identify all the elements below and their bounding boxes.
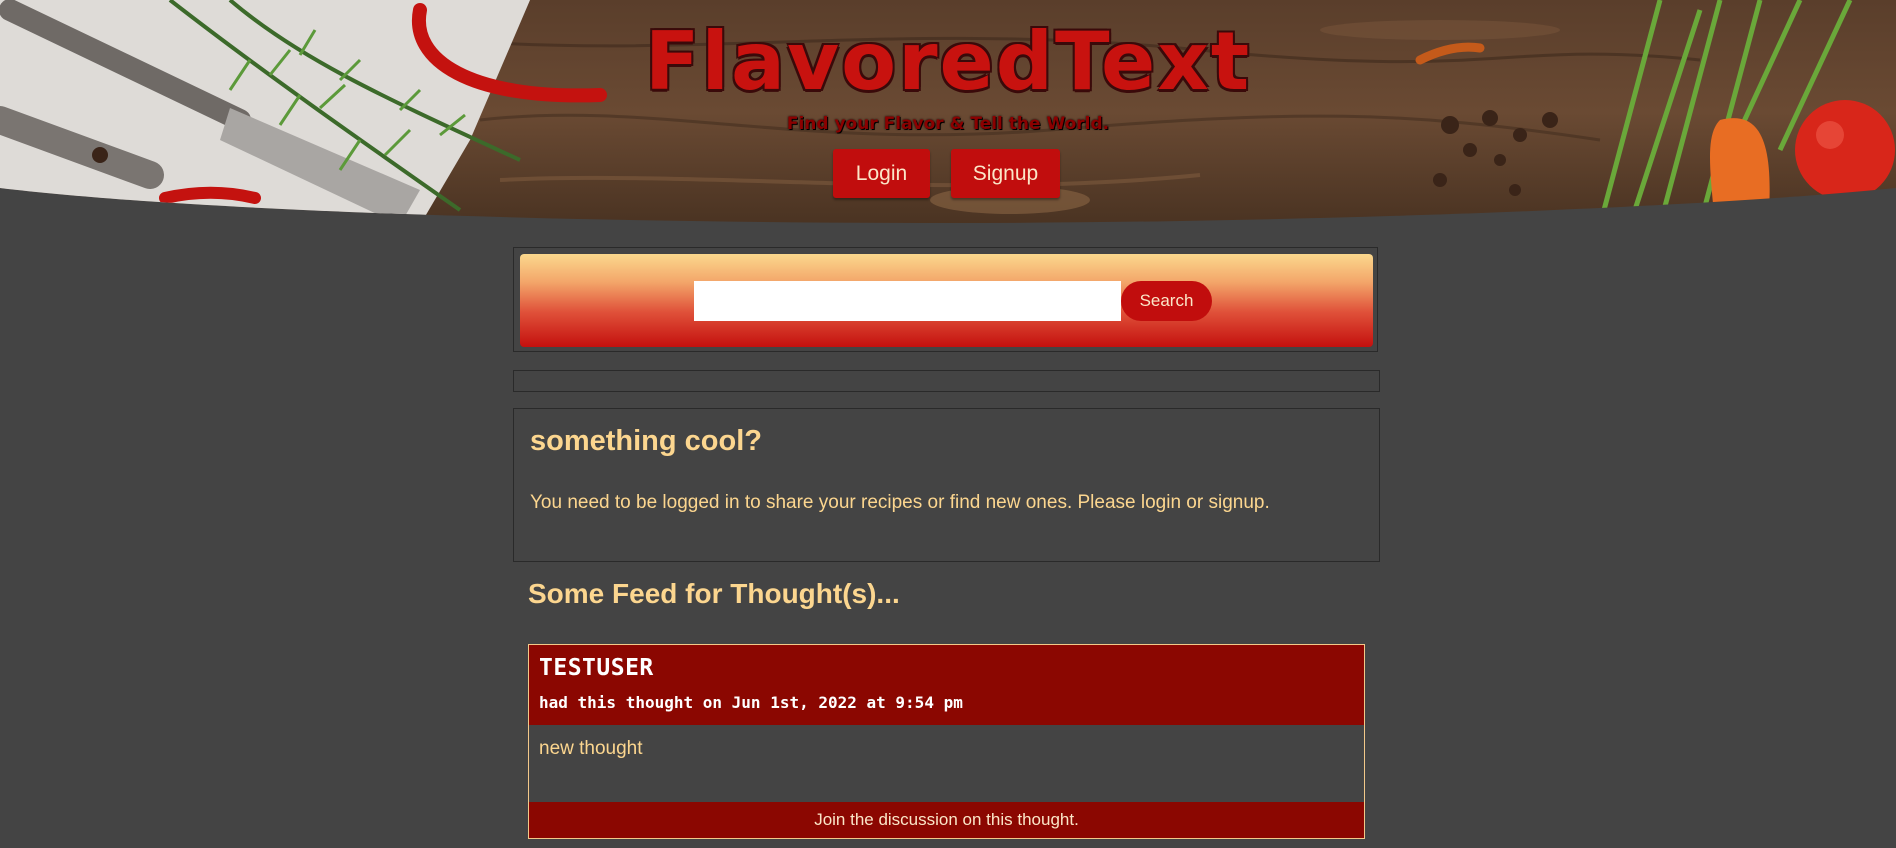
header-nav: Login Signup [833, 149, 1060, 198]
site-tagline: Find your Flavor & Tell the World. [786, 114, 1110, 134]
signup-button[interactable]: Signup [951, 149, 1060, 198]
thought-meta: had this thought on Jun 1st, 2022 at 9:5… [539, 693, 963, 712]
thought-card: TESTUSER had this thought on Jun 1st, 20… [528, 644, 1365, 839]
search-button[interactable]: Search [1121, 281, 1212, 321]
search-bar: Search [520, 254, 1373, 347]
empty-content-strip [513, 370, 1380, 392]
site-header: FlavoredText Find your Flavor & Tell the… [0, 0, 1896, 225]
thought-body: new thought [539, 738, 643, 759]
login-prompt-message: You need to be logged in to share your r… [530, 492, 1270, 513]
thought-username[interactable]: TESTUSER [539, 655, 654, 681]
feed-title: Some Feed for Thought(s)... [528, 578, 900, 609]
login-prompt-title: something cool? [530, 425, 762, 457]
site-title: FlavoredText [644, 15, 1252, 108]
search-panel: Search [513, 247, 1378, 352]
join-discussion-link[interactable]: Join the discussion on this thought. [529, 802, 1364, 838]
search-input[interactable] [694, 281, 1121, 321]
login-prompt-card: something cool? You need to be logged in… [513, 408, 1380, 562]
login-button[interactable]: Login [833, 149, 930, 198]
thought-header: TESTUSER had this thought on Jun 1st, 20… [529, 645, 1364, 725]
